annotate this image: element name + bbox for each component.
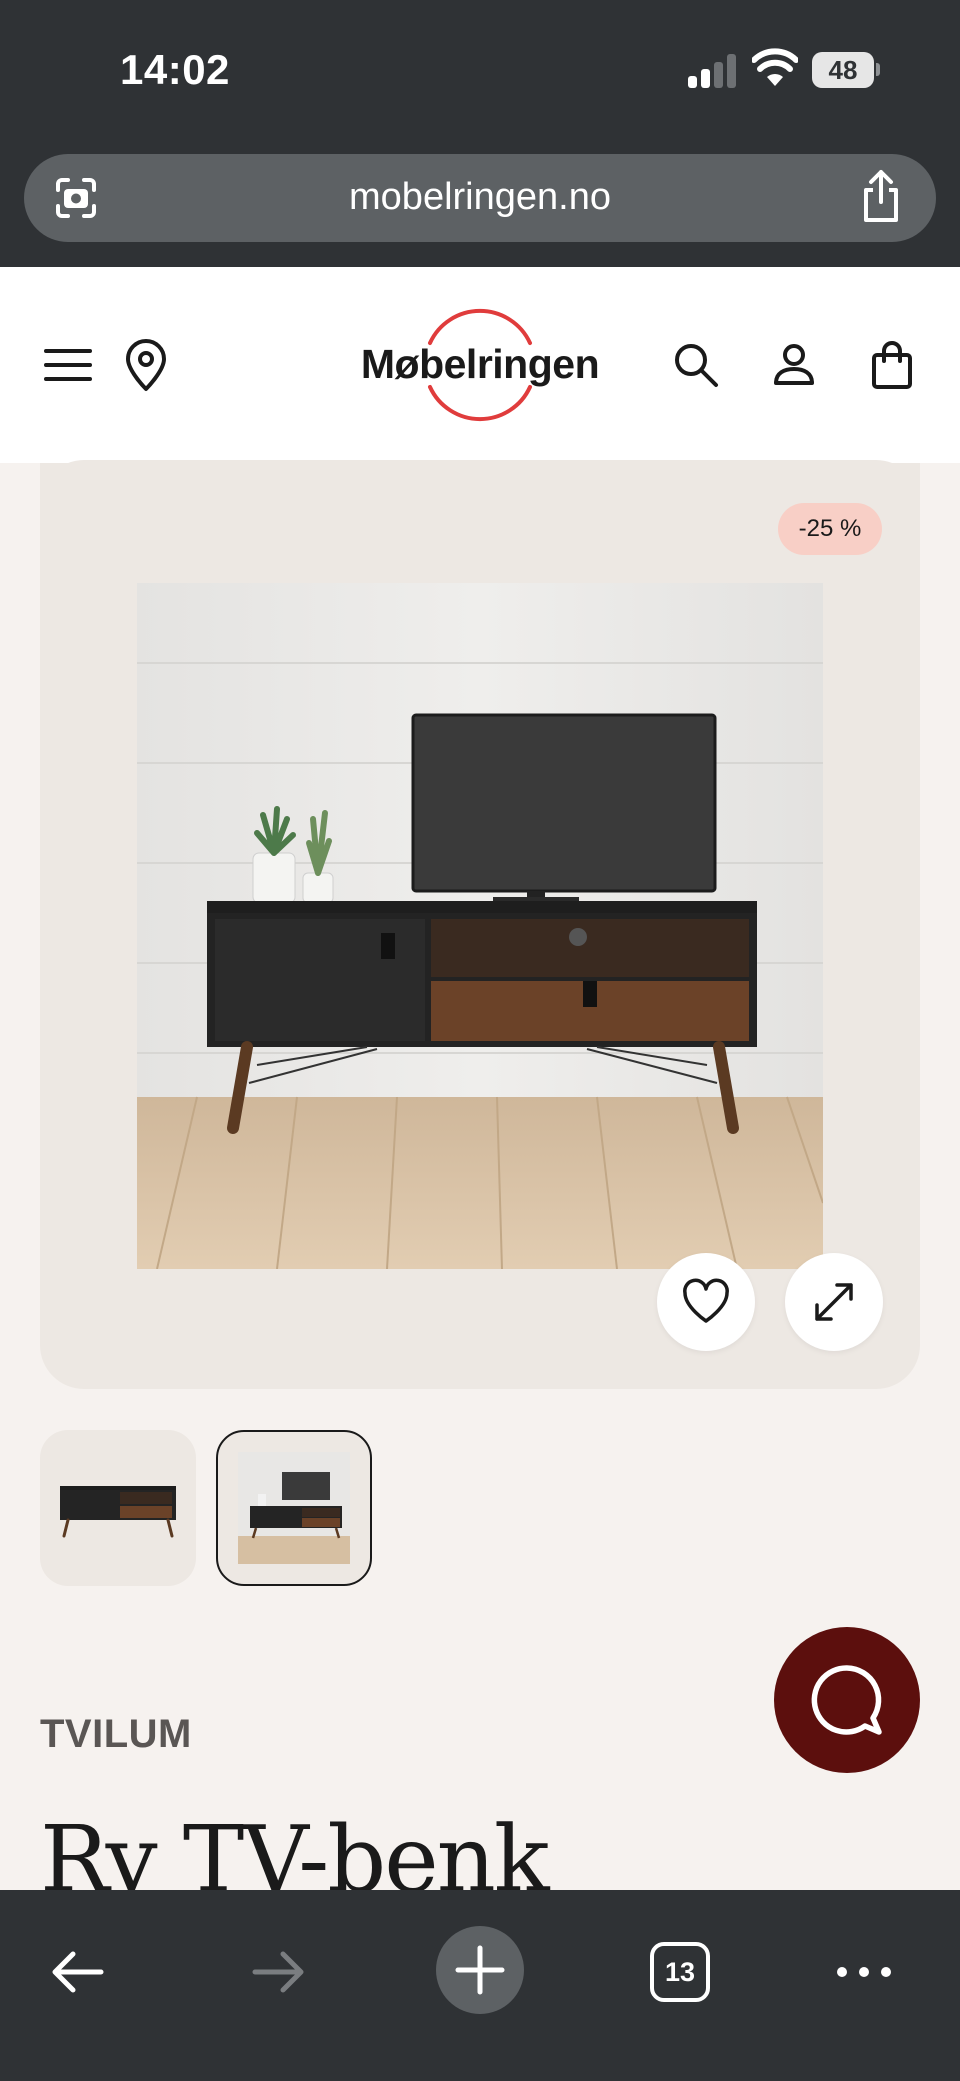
thumbnail-room-image — [238, 1452, 350, 1564]
site-logo[interactable]: Møbelringen — [360, 303, 600, 427]
battery-indicator: 48 — [812, 52, 874, 88]
product-brand[interactable]: TVILUM — [40, 1712, 192, 1757]
shopping-bag-icon[interactable] — [864, 337, 920, 393]
tabs-button[interactable]: 13 — [650, 1942, 710, 2002]
product-thumbnail-2[interactable] — [216, 1430, 372, 1586]
site-header: Møbelringen — [0, 267, 960, 463]
account-icon[interactable] — [766, 337, 822, 393]
favorite-button[interactable] — [657, 1253, 755, 1351]
forward-arrow-icon — [252, 1951, 304, 1993]
wifi-icon — [752, 48, 798, 86]
product-gallery[interactable]: -25 % — [40, 460, 920, 1389]
tv-bench-photo — [137, 583, 823, 1269]
share-icon[interactable] — [858, 168, 904, 224]
url-text[interactable]: mobelringen.no — [24, 176, 936, 219]
heart-icon — [683, 1278, 729, 1323]
more-options-icon[interactable] — [832, 1940, 896, 2004]
browser-top-chrome: 14:02 48 mobelringen.no — [0, 0, 960, 267]
search-icon[interactable] — [668, 337, 724, 393]
battery-nub — [876, 63, 880, 76]
chat-bubble-icon — [811, 1665, 882, 1735]
discount-badge: -25 % — [778, 503, 882, 555]
plus-icon — [455, 1945, 505, 1995]
address-bar[interactable]: mobelringen.no — [24, 154, 936, 242]
back-arrow-icon[interactable] — [45, 1940, 109, 2004]
fullscreen-button[interactable] — [785, 1253, 883, 1351]
status-time: 14:02 — [120, 46, 230, 93]
product-thumbnail-1[interactable] — [40, 1430, 196, 1586]
new-tab-button[interactable] — [436, 1926, 524, 2014]
product-image[interactable] — [137, 583, 823, 1269]
browser-bottom-toolbar: 13 — [0, 1890, 960, 2081]
menu-icon[interactable] — [40, 337, 96, 393]
location-pin-icon[interactable] — [118, 337, 174, 393]
chat-button[interactable] — [774, 1627, 920, 1773]
logo-text: Møbelringen — [360, 341, 600, 387]
expand-icon — [815, 1283, 853, 1321]
thumbnail-cutout-image — [60, 1486, 176, 1538]
cellular-signal-icon — [688, 54, 736, 88]
